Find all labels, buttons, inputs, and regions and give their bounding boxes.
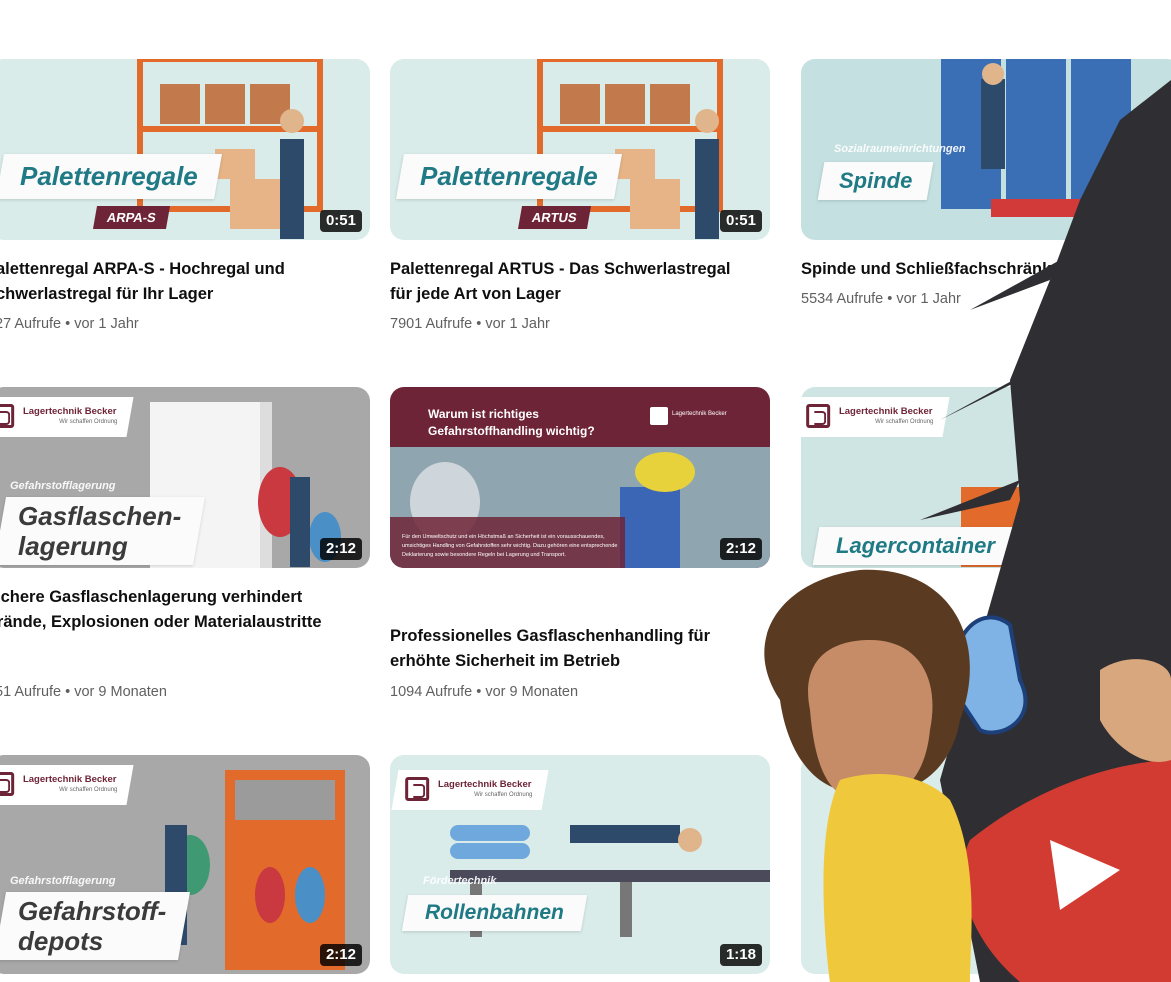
thumb-label: Palettenregale (20, 161, 198, 191)
duration-badge: 2:12 (319, 538, 362, 560)
thumb-category: Gefahrstofflagerung (10, 480, 116, 492)
duration-badge: 2:12 (319, 944, 362, 966)
thumb-title-banner: Palettenregale (0, 154, 222, 199)
duration-badge: 1:18 (719, 944, 762, 966)
video-title[interactable]: Palettenregal ARTUS - Das Schwerlastrega… (390, 257, 762, 307)
brand-name: Lagertechnik Becker (437, 779, 532, 790)
video-meta: 7901 Aufrufe • vor 1 Jahr (390, 316, 550, 332)
video-meta: 51 Aufrufe • vor 9 Monaten (0, 684, 167, 700)
brand-name: Lagertechnik Becker (22, 406, 117, 417)
thumb-label: Spinde (839, 168, 913, 193)
video-thumbnail[interactable]: Palettenregale ARTUS 0:51 (390, 59, 770, 240)
thumb-title-banner: Gefahrstoff- depots (0, 892, 191, 960)
thumb-category: Gefahrstofflagerung (10, 875, 116, 887)
brand-logo: Lagertechnik Becker Wir schaffen Ordnung (0, 397, 134, 437)
brand-logo: Lagertechnik Becker Wir schaffen Ordnung (391, 770, 549, 810)
thumb-title-banner: Lagercontainer (812, 527, 1019, 565)
brand-logo: Lagertechnik Becker (650, 405, 750, 429)
brand-slogan: Wir schaffen Ordnung (875, 419, 934, 425)
thumb-category: Sozialraumeinrichtungen (834, 143, 966, 155)
thumb-category: Fördertechnik (423, 875, 497, 887)
video-meta: 27 Aufrufe • vor 1 Jahr (0, 316, 139, 332)
brand-slogan: Wir schaffen Ordnung (59, 419, 118, 425)
thumb-heading: Warum ist richtiges Gefahrstoffhandling … (428, 407, 595, 438)
brand-slogan: Wir schaffen Ordnung (59, 787, 118, 793)
thumb-title-banner: Palettenregale (396, 154, 622, 199)
thumb-label: Gefahrstoff- depots (18, 896, 167, 956)
thumb-sub-tag: ARPA-S (92, 206, 170, 229)
brand-slogan: Wir schaffen Ordnung (474, 792, 533, 798)
video-thumbnail[interactable]: Palettenregale ARPA-S 0:51 (0, 59, 370, 240)
thumb-title-banner: Spinde (817, 162, 934, 200)
thumb-label: Gasflaschen- lagerung (18, 501, 182, 561)
duration-badge: 1: (1146, 210, 1171, 232)
video-title[interactable]: Professionelles Gasflaschenhandling für … (390, 624, 762, 674)
brand-logo: Lagertechnik Becker Wir schaffen Ordnung (801, 397, 950, 437)
video-thumbnail[interactable]: Lagertechnik Becker Wir schaffen Ordnung… (0, 755, 370, 974)
video-title[interactable]: Lagercontainer als flexib Einsat (801, 623, 1171, 673)
thumb-title-banner: Rollenbahnen (401, 895, 588, 931)
brand-name: Lagertechnik Becker (672, 411, 727, 417)
video-meta: 1094 Aufrufe • vor 9 Monaten (390, 684, 579, 700)
duration-badge: 0:51 (319, 210, 362, 232)
brand-logo-icon (0, 772, 15, 796)
video-meta: 5534 Aufrufe • vor 1 Jahr (801, 291, 961, 307)
thumb-sub-tag: ARTUS (517, 206, 591, 229)
video-thumbnail[interactable]: Warum ist richtiges Gefahrstoffhandling … (390, 387, 770, 568)
video-thumbnail[interactable] (801, 755, 1171, 974)
thumb-label: Palettenregale (420, 161, 598, 191)
duration-badge: 2:12 (719, 538, 762, 560)
thumb-label: Lagercontainer (836, 533, 995, 558)
duration-badge: 0:51 (719, 210, 762, 232)
video-thumbnail[interactable]: Lagertechnik Becker Wir schaffen Ordnung… (0, 387, 370, 568)
brand-logo-icon (650, 407, 668, 425)
video-thumbnail[interactable]: Sozialraumeinrichtungen Spinde 1: (801, 59, 1171, 240)
brand-logo-icon (405, 777, 430, 801)
thumb-body-text: Für den Umweltschutz und ein Höchstmaß a… (402, 534, 618, 558)
video-title[interactable]: Spinde und Schließfachschränke vom (801, 257, 1171, 282)
brand-name: Lagertechnik Becker (22, 774, 117, 785)
video-thumbnail[interactable]: Lagertechnik Becker Wir schaffen Ordnung… (801, 387, 1171, 568)
thumb-title-banner: Gasflaschen- lagerung (0, 497, 206, 565)
video-title[interactable]: Palettenregal ARPA-S - Hochregal und Sch… (0, 257, 357, 307)
brand-logo-icon (0, 404, 15, 428)
brand-logo-icon (806, 404, 831, 428)
video-thumbnail[interactable]: Lagertechnik Becker Wir schaffen Ordnung… (390, 755, 770, 974)
video-title[interactable]: Sichere Gasflaschenlagerung verhindert B… (0, 585, 357, 635)
thumb-label: Rollenbahnen (425, 901, 564, 924)
brand-name: Lagertechnik Becker (838, 406, 933, 417)
brand-logo: Lagertechnik Becker Wir schaffen Ordnung (0, 765, 134, 805)
